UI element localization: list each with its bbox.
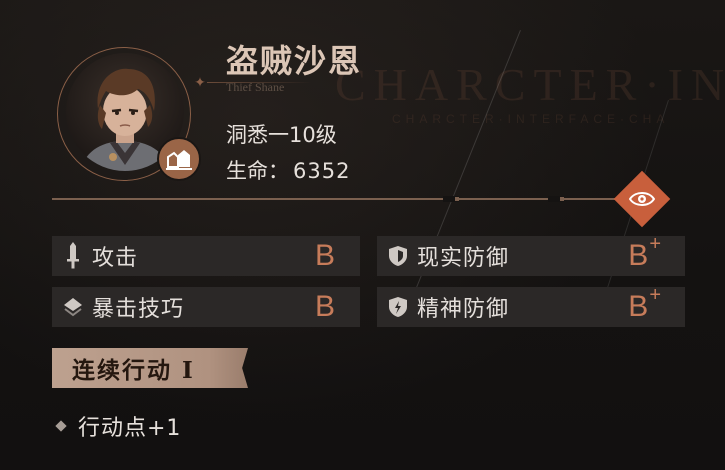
stat-crit-skill: 暴击技巧 B	[52, 287, 360, 327]
stat-mental-defense: 精神防御 B+	[377, 284, 685, 327]
stat-label: 现实防御	[417, 246, 510, 271]
stat-grade: B	[314, 290, 335, 323]
mind-shield-icon	[385, 296, 411, 318]
diamond-layers-icon	[60, 297, 86, 317]
skill-effect-text: 行动点+1	[78, 416, 182, 441]
character-card: CHARCTER·IN CHARCTER·INTERFACE·CHA ✦ 盗贼沙…	[0, 0, 725, 470]
stat-grade: B+	[628, 233, 661, 272]
eye-icon	[629, 192, 655, 206]
stat-grade: B+	[628, 284, 661, 323]
diamond-bullet-icon	[55, 420, 67, 432]
stat-physical-defense: 现实防御 B+	[377, 233, 685, 276]
life-stat: 生命： 6352	[226, 155, 350, 185]
stat-grade: B	[314, 239, 335, 272]
character-name: 盗贼沙恩	[226, 42, 363, 80]
skill-effect-item: 行动点+1	[55, 410, 182, 442]
stat-label: 暴击技巧	[92, 297, 185, 322]
insight-level: 洞悉一10级	[226, 123, 337, 147]
sparkle-icon: ✦	[194, 75, 206, 91]
view-details-button[interactable]	[613, 170, 671, 228]
watermark-subtitle: CHARCTER·INTERFACE·CHA	[392, 112, 670, 126]
thief-class-icon	[157, 137, 201, 181]
life-label: 生命：	[226, 159, 289, 183]
stat-label: 精神防御	[417, 297, 510, 322]
sword-icon	[60, 241, 86, 271]
shield-icon	[385, 245, 411, 267]
character-name-en: Thief Shane	[226, 80, 285, 94]
stat-attack: 攻击 B	[52, 236, 360, 276]
life-value: 6352	[293, 159, 351, 183]
skill-title: 连续行动 I	[72, 357, 195, 384]
stat-label: 攻击	[92, 246, 139, 271]
